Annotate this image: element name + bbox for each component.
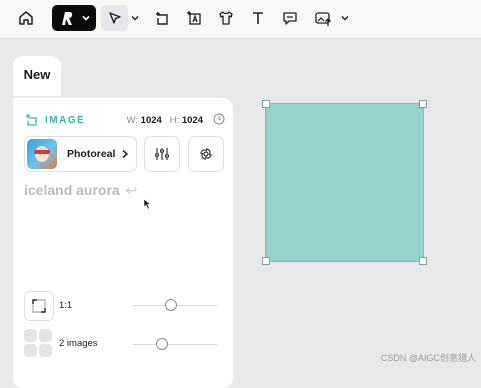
pointer-icon [108,12,121,24]
height-label: H: [169,114,180,126]
aspect-ratio-icon [32,299,46,313]
settings-sliders-button[interactable] [144,136,180,172]
resize-handle-top-right[interactable] [419,100,427,108]
image-header: IMAGE W: 1024 H: 1024 [25,112,225,128]
top-toolbar [0,0,481,39]
image-count-slider-thumb[interactable] [156,338,169,350]
comment-icon[interactable] [280,5,300,31]
image-upload-icon[interactable] [312,5,334,31]
resize-handle-bottom-left[interactable] [262,257,270,265]
style-thumbnail [27,139,57,169]
resize-handle-top-left[interactable] [262,100,270,108]
image-count-icon [24,329,54,359]
style-selector-button[interactable]: Photoreal [24,136,137,172]
aspect-ratio-slider-thumb[interactable] [164,299,177,311]
watermark-text: CSDN @AIGC创意猎人 [380,353,476,363]
canvas-image-frame[interactable] [265,103,424,262]
image-count-slider[interactable] [133,344,217,345]
sliders-icon [155,148,169,160]
tab-new-label: New [23,66,51,82]
dimensions-readout: W: 1024 H: 1024 [127,115,203,126]
swirl-icon [200,148,212,160]
shirt-icon[interactable] [216,5,236,31]
image-add-icon [26,114,37,126]
aspect-ratio-label: 1:1 [59,300,73,311]
image-count-label: 2 images [59,338,98,349]
prompt-input[interactable]: iceland aurora ↩ [24,182,137,199]
history-clock-icon[interactable] [213,113,225,125]
randomize-button[interactable] [188,136,224,172]
aspect-ratio-button[interactable] [24,291,54,321]
select-tool-button[interactable] [101,5,128,31]
text-image-icon[interactable] [184,5,204,31]
mouse-cursor-icon [143,198,152,210]
home-icon[interactable] [16,5,36,31]
resize-handle-bottom-right[interactable] [419,257,427,265]
chevron-right-icon [122,149,129,159]
section-label: IMAGE [45,114,86,126]
frame-add-icon[interactable] [152,5,172,31]
brand-logo-menu[interactable] [52,5,96,31]
width-label: W: [126,114,139,126]
tab-new[interactable]: New [13,56,61,96]
style-name: Photoreal [67,148,116,160]
prompt-text: iceland aurora [24,182,120,198]
upload-chevron-icon[interactable] [339,5,351,31]
chevron-down-icon [81,15,90,21]
height-value[interactable]: 1024 [182,115,203,126]
image-generation-panel: IMAGE W: 1024 H: 1024 Photoreal iceland … [13,98,233,388]
text-tool-icon[interactable] [248,5,268,31]
return-key-icon: ↩ [125,182,138,198]
brand-logo [61,12,72,25]
width-value[interactable]: 1024 [141,115,162,126]
select-tool-chevron-icon[interactable] [129,5,141,31]
